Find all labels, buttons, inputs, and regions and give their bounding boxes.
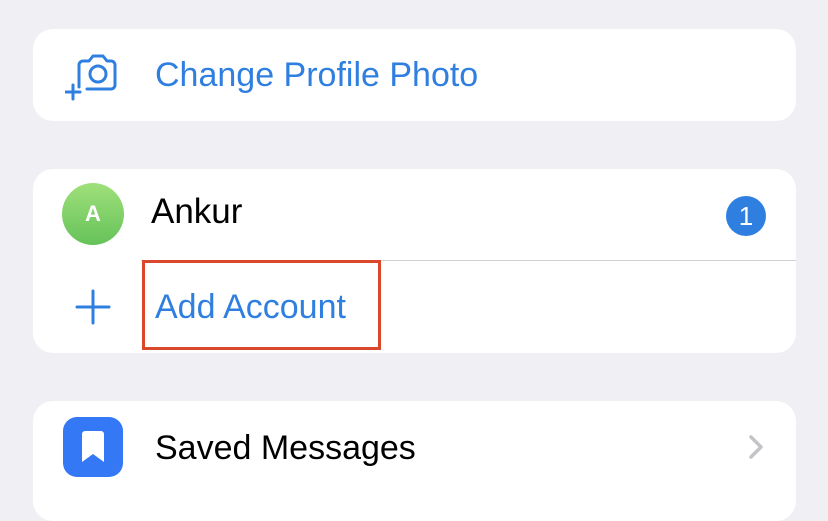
change-profile-photo-row[interactable]: Change Profile Photo <box>33 29 796 121</box>
menu-card: Saved Messages <box>33 401 796 521</box>
account-name: Ankur <box>151 192 243 231</box>
chevron-right-icon <box>746 433 766 461</box>
bookmark-icon <box>63 417 123 477</box>
saved-messages-row[interactable]: Saved Messages <box>33 401 796 493</box>
avatar: A <box>62 183 124 245</box>
change-profile-photo-label: Change Profile Photo <box>155 56 479 94</box>
saved-messages-label: Saved Messages <box>155 429 416 467</box>
plus-icon <box>61 275 125 339</box>
highlight-box <box>142 260 381 350</box>
avatar-slot: A <box>61 182 125 246</box>
unread-badge: 1 <box>726 196 766 236</box>
camera-add-icon <box>61 43 125 107</box>
profile-photo-card: Change Profile Photo <box>33 29 796 121</box>
saved-messages-icon-slot <box>61 415 125 479</box>
accounts-card: A Ankur 1 Add Account <box>33 169 796 353</box>
account-row-ankur[interactable]: A Ankur 1 <box>33 169 796 260</box>
